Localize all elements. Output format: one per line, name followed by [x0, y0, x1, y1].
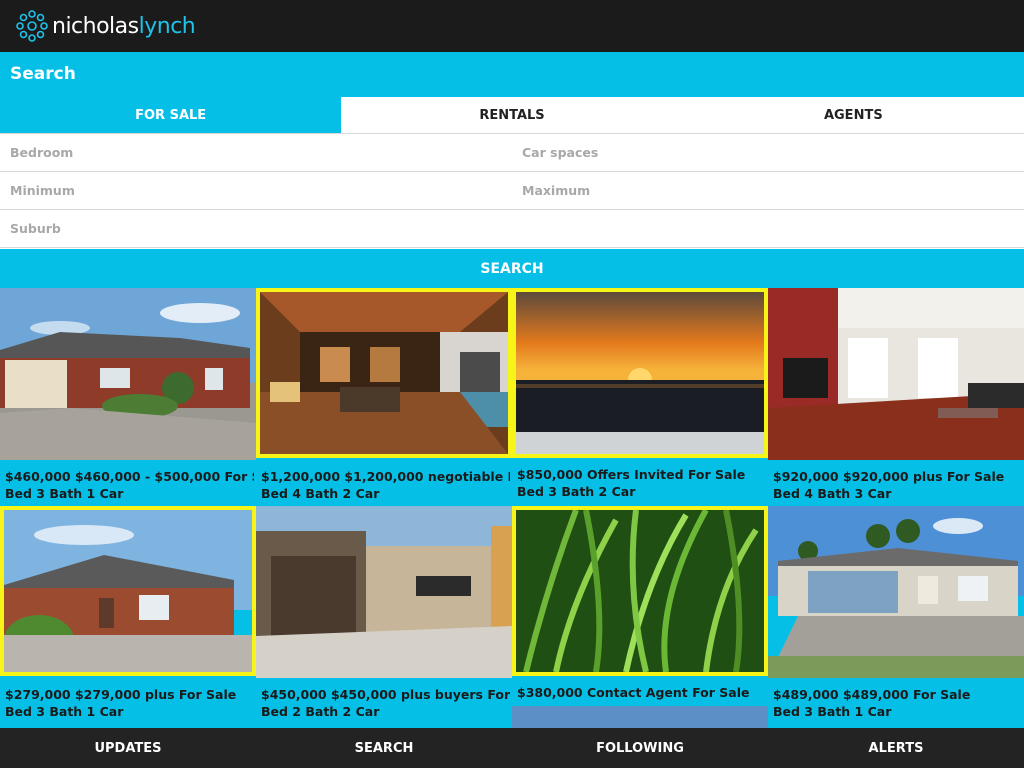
- app-header: nicholaslynch: [0, 0, 1024, 52]
- listing-card[interactable]: $1,200,000 $1,200,000 negotiable For Sal…: [256, 288, 512, 506]
- tab-rentals[interactable]: RENTALS: [341, 97, 682, 133]
- page-title: Search: [10, 64, 76, 84]
- listing-price: $380,000 Contact Agent For Sale: [517, 685, 750, 700]
- nav-alerts[interactable]: ALERTS: [768, 728, 1024, 768]
- bedroom-field[interactable]: Bedroom: [0, 134, 512, 171]
- listing-card[interactable]: $279,000 $279,000 plus For Sale Bed 3 Ba…: [0, 506, 256, 728]
- form-row-suburb: Suburb: [0, 210, 1024, 248]
- listing-photo: [768, 288, 1024, 460]
- listing-caption: $850,000 Offers Invited For Sale Bed 3 B…: [517, 466, 766, 500]
- car-spaces-field[interactable]: Car spaces: [512, 134, 1024, 171]
- next-listing-photo-peek: [512, 706, 768, 728]
- form-row-bed-car: Bedroom Car spaces: [0, 134, 1024, 172]
- minimum-price-field[interactable]: Minimum: [0, 172, 512, 209]
- listing-photo: [0, 288, 256, 460]
- listing-photo: [512, 288, 768, 458]
- listing-price: $850,000 Offers Invited For Sale: [517, 467, 746, 482]
- listing-features: Bed 2 Bath 2 Car: [261, 704, 380, 719]
- listing-card[interactable]: $380,000 Contact Agent For Sale: [512, 506, 768, 728]
- brand-logo[interactable]: nicholaslynch: [14, 6, 196, 46]
- listing-card[interactable]: $920,000 $920,000 plus For Sale Bed 4 Ba…: [768, 288, 1024, 506]
- listing-caption: $489,000 $489,000 For Sale Bed 3 Bath 1 …: [773, 686, 1022, 720]
- listing-price: $460,000 $460,000 - $500,000 For Sale: [5, 469, 254, 484]
- listing-photo: [256, 506, 512, 678]
- listing-price: $489,000 $489,000 For Sale: [773, 687, 971, 702]
- nav-search[interactable]: SEARCH: [256, 728, 512, 768]
- listings-grid: $460,000 $460,000 - $500,000 For Sale Be…: [0, 288, 1024, 728]
- listing-caption: $460,000 $460,000 - $500,000 For Sale Be…: [5, 468, 254, 502]
- tab-for-sale[interactable]: FOR SALE: [0, 97, 342, 133]
- logo-text: nicholaslynch: [52, 13, 196, 39]
- listing-features: Bed 3 Bath 1 Car: [5, 486, 124, 501]
- listing-features: Bed 4 Bath 3 Car: [773, 486, 892, 501]
- listing-price: $1,200,000 $1,200,000 negotiable For Sal…: [261, 469, 510, 484]
- listing-photo: [256, 288, 512, 458]
- search-button[interactable]: SEARCH: [0, 249, 1024, 288]
- listing-card[interactable]: $489,000 $489,000 For Sale Bed 3 Bath 1 …: [768, 506, 1024, 728]
- listing-price: $920,000 $920,000 plus For Sale: [773, 469, 1005, 484]
- listing-features: Bed 3 Bath 1 Car: [773, 704, 892, 719]
- listing-photo: [512, 506, 768, 676]
- tab-agents[interactable]: AGENTS: [683, 97, 1024, 133]
- listing-caption: $920,000 $920,000 plus For Sale Bed 4 Ba…: [773, 468, 1022, 502]
- suburb-field[interactable]: Suburb: [0, 210, 1024, 247]
- bottom-navigation: UPDATES SEARCH FOLLOWING ALERTS: [0, 728, 1024, 768]
- maximum-price-field[interactable]: Maximum: [512, 172, 1024, 209]
- listing-photo: [768, 506, 1024, 678]
- listing-caption: $450,000 $450,000 plus buyers For Sale B…: [261, 686, 510, 720]
- logo-icon: [16, 10, 48, 42]
- listing-price: $279,000 $279,000 plus For Sale: [5, 687, 237, 702]
- listing-card[interactable]: $460,000 $460,000 - $500,000 For Sale Be…: [0, 288, 256, 506]
- search-tabs: FOR SALE RENTALS AGENTS: [0, 97, 1024, 134]
- listing-caption: $1,200,000 $1,200,000 negotiable For Sal…: [261, 468, 510, 502]
- nav-following[interactable]: FOLLOWING: [512, 728, 768, 768]
- listing-caption: $279,000 $279,000 plus For Sale Bed 3 Ba…: [5, 686, 254, 720]
- listing-features: Bed 4 Bath 2 Car: [261, 486, 380, 501]
- search-form: Bedroom Car spaces Minimum Maximum Subur…: [0, 134, 1024, 248]
- listing-card[interactable]: $850,000 Offers Invited For Sale Bed 3 B…: [512, 288, 768, 506]
- nav-updates[interactable]: UPDATES: [0, 728, 256, 768]
- listing-caption: $380,000 Contact Agent For Sale: [517, 684, 766, 701]
- logo-first-name: nicholas: [52, 13, 139, 39]
- search-header: Search: [0, 52, 1024, 98]
- listing-photo: [0, 506, 256, 676]
- form-row-price: Minimum Maximum: [0, 172, 1024, 210]
- listing-card[interactable]: $450,000 $450,000 plus buyers For Sale B…: [256, 506, 512, 728]
- listing-features: Bed 3 Bath 1 Car: [5, 704, 124, 719]
- logo-last-name: lynch: [138, 13, 196, 39]
- listing-features: Bed 3 Bath 2 Car: [517, 484, 636, 499]
- listing-price: $450,000 $450,000 plus buyers For Sale: [261, 687, 510, 702]
